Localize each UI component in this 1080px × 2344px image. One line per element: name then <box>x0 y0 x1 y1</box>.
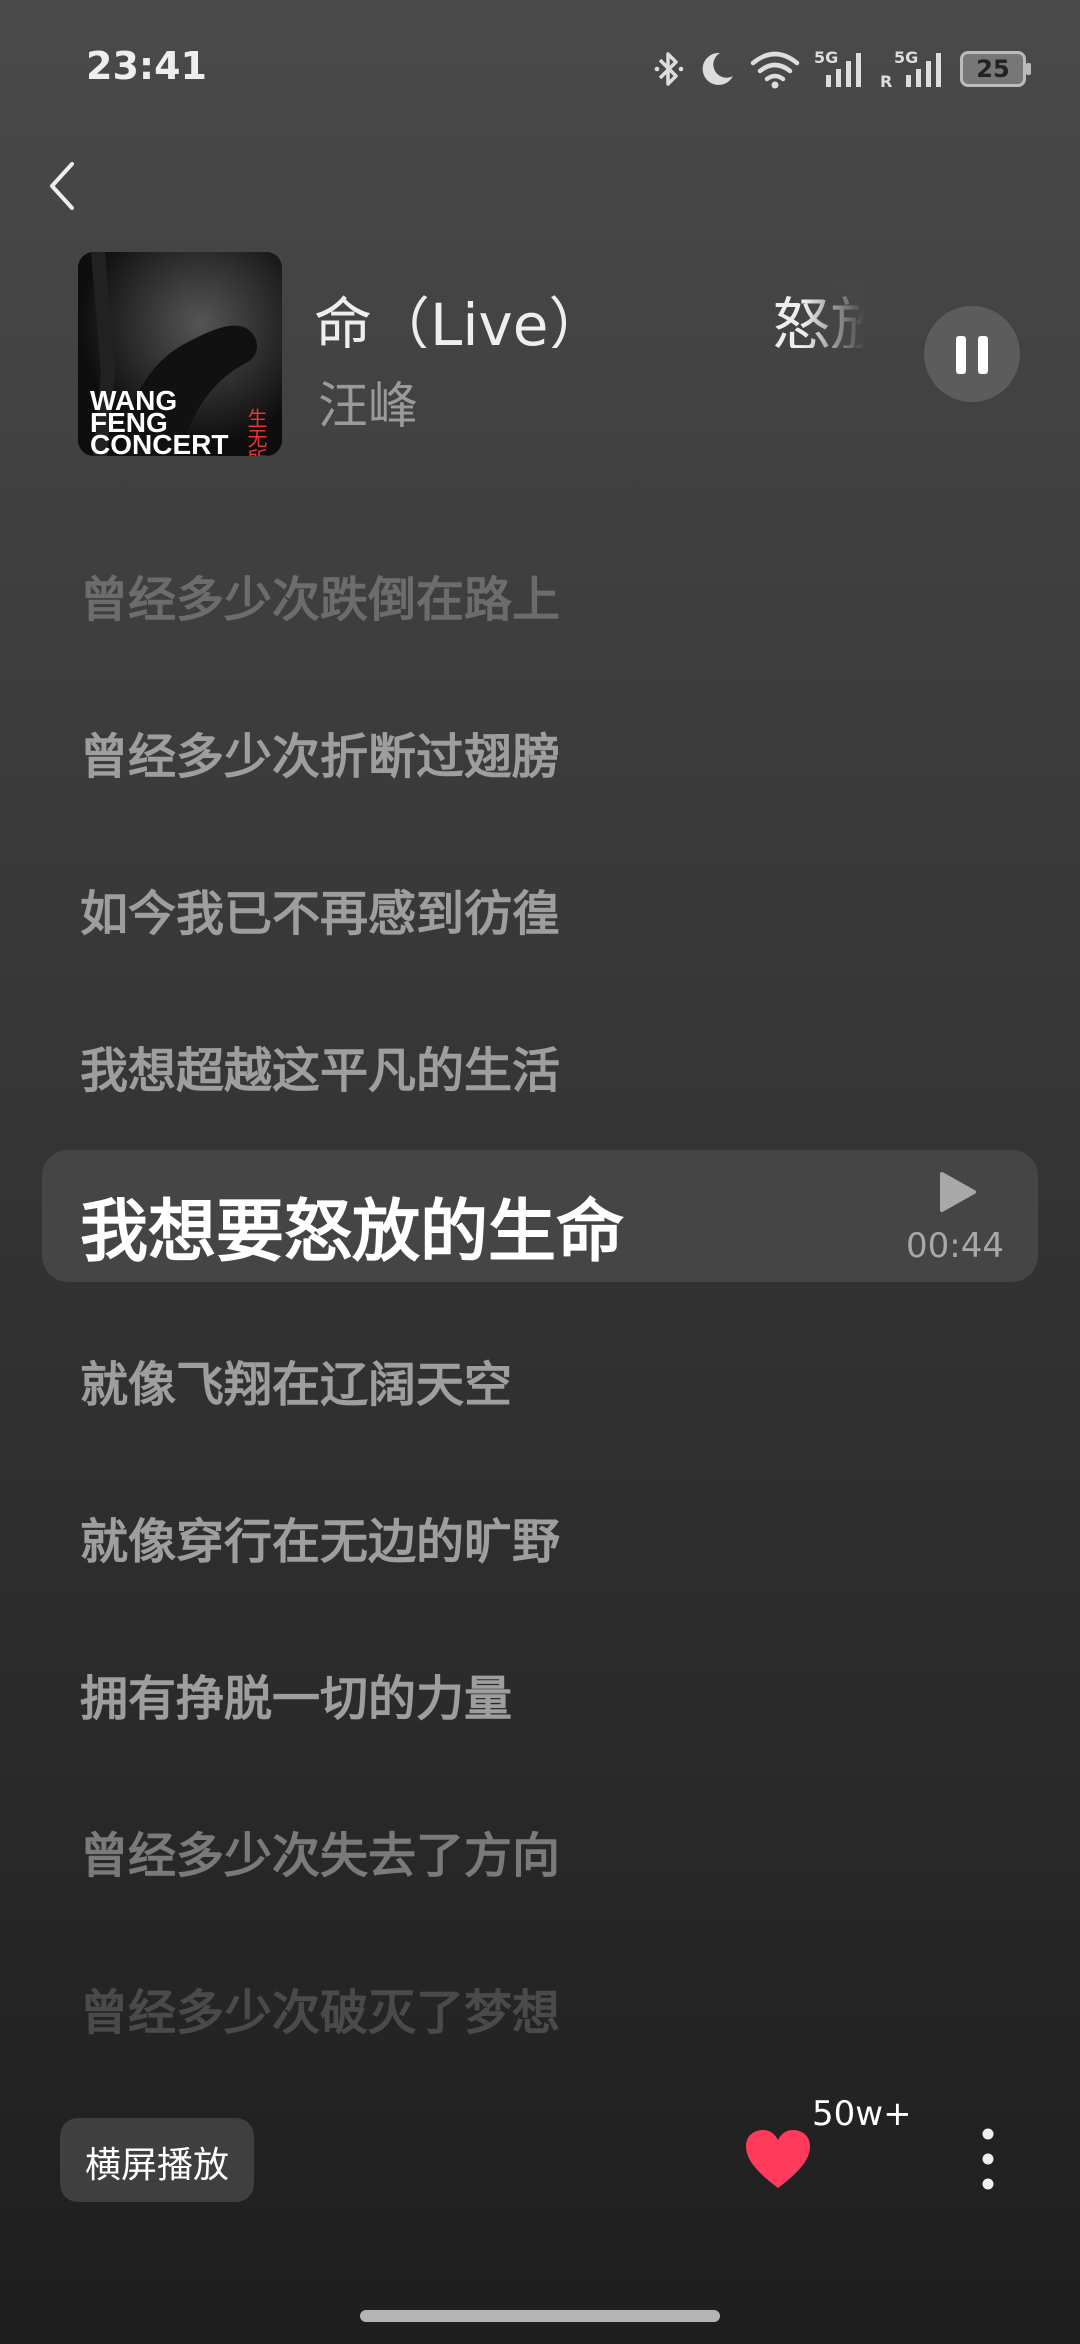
lyric-line[interactable]: 曾经多少次失去了方向 <box>80 1816 560 1886</box>
pause-button[interactable] <box>924 306 1020 402</box>
wifi-icon <box>750 51 800 89</box>
home-indicator[interactable] <box>360 2310 720 2322</box>
song-title-text: 命（Live） 怒放的 <box>314 291 864 348</box>
artist-name[interactable]: 汪峰 <box>318 366 418 438</box>
battery-icon: 25 <box>960 51 1031 87</box>
play-from-here-icon[interactable] <box>938 1170 978 1214</box>
svg-text:5G: 5G <box>814 48 838 67</box>
song-title: 命（Live） 怒放的 <box>314 278 864 348</box>
lyric-line[interactable]: 就像穿行在无边的旷野 <box>80 1502 560 1572</box>
pause-icon-bar <box>978 336 988 374</box>
status-bar: 23:41 5G R 5G 25 <box>0 0 1080 140</box>
pause-icon <box>956 336 966 374</box>
title-fade <box>804 278 864 348</box>
signal-5g-roaming-icon: R 5G <box>880 48 941 91</box>
lyric-line[interactable]: 拥有挣脱一切的力量 <box>80 1659 512 1729</box>
status-icons: 5G R 5G 25 <box>654 44 1031 94</box>
cover-text-3: CONCERT <box>90 429 228 456</box>
current-lyric-row[interactable]: 我想要怒放的生命 00:44 <box>42 1150 1038 1282</box>
like-count: 50w+ <box>812 2094 912 2134</box>
svg-text:R: R <box>880 72 892 91</box>
battery-level: 25 <box>976 55 1010 83</box>
lyric-line[interactable]: 曾经多少次跌倒在路上 <box>80 560 560 630</box>
album-art: WANG FENG CONCERT 生无所 <box>78 252 282 456</box>
heart-icon[interactable] <box>744 2128 812 2190</box>
lyric-line[interactable]: 我想超越这平凡的生活 <box>80 1031 560 1101</box>
lyric-line[interactable]: 曾经多少次破灭了梦想 <box>80 1973 560 2043</box>
album-cover[interactable]: WANG FENG CONCERT 生无所 <box>78 252 282 456</box>
lyric-line[interactable]: 就像飞翔在辽阔天空 <box>80 1345 512 1415</box>
lyric-line[interactable]: 如今我已不再感到彷徨 <box>80 874 560 944</box>
lyric-line[interactable]: 曾经多少次折断过翅膀 <box>80 717 560 787</box>
back-arrow-icon[interactable] <box>42 156 82 216</box>
moon-icon <box>702 52 733 85</box>
signal-5g-icon: 5G <box>814 48 861 87</box>
cover-side-text: 生无所 <box>244 408 268 456</box>
status-time: 23:41 <box>86 44 207 88</box>
lyric-timestamp: 00:44 <box>906 1226 1004 1266</box>
landscape-play-label: 横屏播放 <box>84 2145 229 2186</box>
landscape-play-button[interactable]: 横屏播放 <box>60 2118 254 2202</box>
current-lyric: 我想要怒放的生命 <box>80 1193 625 1272</box>
bluetooth-icon <box>654 52 684 86</box>
svg-text:5G: 5G <box>894 48 918 67</box>
more-options-icon[interactable] <box>968 2124 1008 2194</box>
